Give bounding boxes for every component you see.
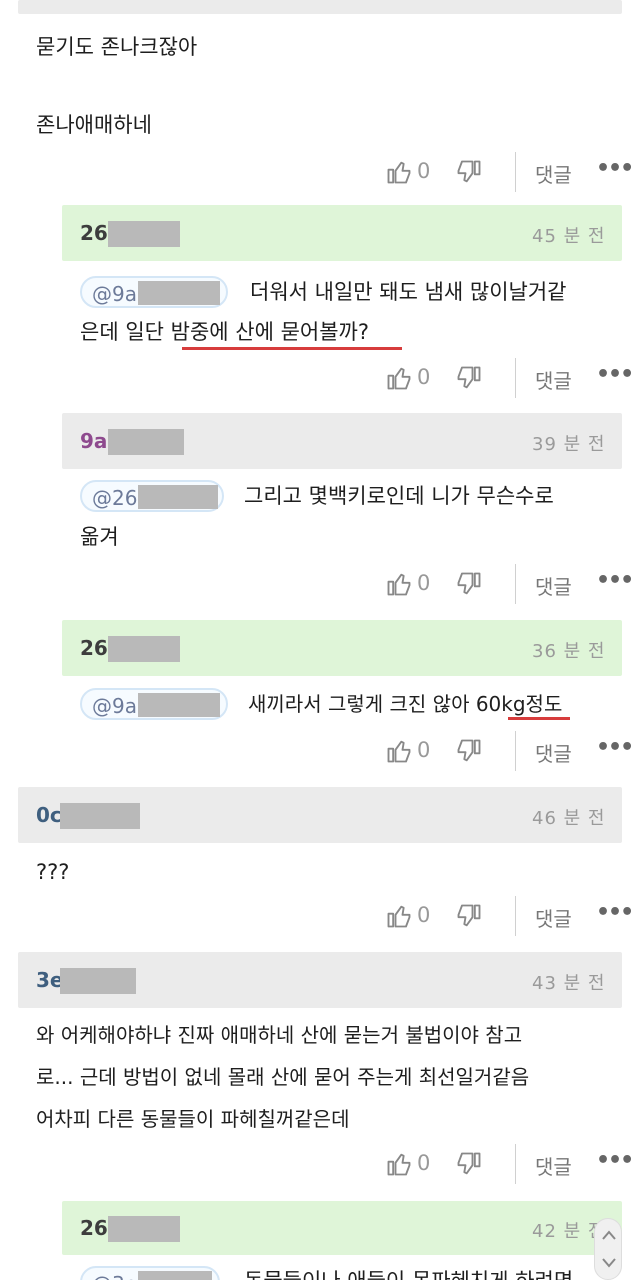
blurred-username (60, 968, 136, 994)
comment-header: 0c 46 분 전 (18, 787, 622, 843)
comment-text: 더워서 내일만 돼도 냄새 많이날거같 (250, 280, 567, 304)
comment-header: 26 42 분 전 (62, 1201, 622, 1255)
reply-button[interactable]: 댓글 (535, 1151, 572, 1180)
mention-tag[interactable]: @9a (80, 276, 228, 308)
thumbs-down-icon[interactable] (455, 570, 483, 598)
reply-button[interactable]: 댓글 (535, 738, 572, 767)
comment-time: 39 분 전 (532, 434, 606, 455)
separator (515, 358, 516, 398)
thumbs-up-icon[interactable] (385, 364, 413, 392)
thumbs-up-icon[interactable] (385, 902, 413, 930)
separator (515, 152, 516, 192)
thumbs-down-icon[interactable] (455, 158, 483, 186)
comment-time: 45 분 전 (532, 226, 606, 247)
red-underline (182, 347, 402, 350)
comment-author[interactable]: 26 (80, 221, 108, 245)
comment-text: 와 어케해야하냐 진짜 애매하네 산에 묻는거 불법이야 참고 (36, 1023, 523, 1047)
blurred-username (108, 221, 180, 247)
separator (515, 564, 516, 604)
thumbs-down-icon[interactable] (455, 1150, 483, 1178)
reply-button[interactable]: 댓글 (535, 365, 572, 394)
mention-label: @9a (92, 694, 137, 718)
mention-tag[interactable]: @3e (80, 1266, 220, 1280)
mention-label: @26 (92, 486, 138, 510)
comment-text: 그리고 몇백키로인데 니가 무슨수로 (244, 484, 554, 508)
comment-header: 9a 39 분 전 (62, 413, 622, 469)
mention-tag[interactable]: @9a (80, 688, 228, 720)
thumbs-up-icon[interactable] (385, 737, 413, 765)
mention-label: @9a (92, 282, 137, 306)
blurred-username (138, 281, 220, 305)
comment-text: 동물들이나 애들이 못파헤치게 하려면 (244, 1262, 573, 1280)
more-options-icon[interactable]: ••• (596, 156, 634, 181)
reply-button[interactable]: 댓글 (535, 159, 572, 188)
chevron-up-icon (602, 1230, 616, 1240)
thumbs-down-icon[interactable] (455, 902, 483, 930)
more-options-icon[interactable]: ••• (596, 735, 634, 760)
comment-time: 36 분 전 (532, 641, 606, 662)
separator (515, 1144, 516, 1184)
thumbs-down-icon[interactable] (455, 737, 483, 765)
comment-actions: 0 댓글 ••• (385, 564, 634, 604)
like-count: 0 (417, 365, 431, 389)
more-options-icon[interactable]: ••• (596, 1148, 634, 1173)
like-count: 0 (417, 1151, 431, 1175)
comment-actions: 0 댓글 ••• (385, 731, 634, 771)
red-underline (508, 717, 570, 720)
blurred-username (138, 485, 218, 509)
comment-actions: 0 댓글 ••• (385, 1144, 634, 1184)
blurred-username (108, 1216, 180, 1242)
like-count: 0 (417, 903, 431, 927)
comment-author[interactable]: 26 (80, 1216, 108, 1240)
comment-author[interactable]: 26 (80, 636, 108, 660)
more-options-icon[interactable]: ••• (596, 362, 634, 387)
comment-actions: 0 댓글 ••• (385, 358, 634, 398)
like-count: 0 (417, 738, 431, 762)
comment-text: 로... 근데 방법이 없네 몰래 산에 묻어 주는게 최선일거같음 (36, 1065, 530, 1089)
blurred-username (138, 693, 220, 717)
comment-actions: 0 댓글 ••• (385, 152, 634, 192)
comment-actions: 0 댓글 ••• (385, 896, 634, 936)
comment-header: 3e 43 분 전 (18, 952, 622, 1008)
more-options-icon[interactable]: ••• (596, 568, 634, 593)
thumbs-up-icon[interactable] (385, 158, 413, 186)
thumbs-up-icon[interactable] (385, 570, 413, 598)
blurred-username (108, 429, 184, 455)
comment-author[interactable]: 9a (80, 429, 107, 453)
comment-text: 옮겨 (80, 525, 119, 549)
like-count: 0 (417, 159, 431, 183)
scroll-button[interactable] (594, 1218, 622, 1280)
comment-time: 43 분 전 (532, 973, 606, 994)
mention-label: @3e (92, 1272, 137, 1280)
reply-button[interactable]: 댓글 (535, 903, 572, 932)
comment-text: 은데 일단 밤중에 산에 묻어볼까? (80, 320, 370, 344)
comment-text: 존나애매하네 (36, 113, 152, 137)
reply-button[interactable]: 댓글 (535, 571, 572, 600)
separator (515, 896, 516, 936)
comment-header: 26 45 분 전 (62, 205, 622, 261)
separator (515, 731, 516, 771)
mention-tag[interactable]: @26 (80, 480, 224, 512)
thumbs-up-icon[interactable] (385, 1150, 413, 1178)
comment-text: 묻기도 존나크잖아 (36, 35, 198, 59)
comment-header: 26 36 분 전 (62, 620, 622, 676)
blurred-username (108, 636, 180, 662)
like-count: 0 (417, 571, 431, 595)
chevron-down-icon (602, 1258, 616, 1268)
comment-text: 어차피 다른 동물들이 파헤칠꺼같은데 (36, 1107, 350, 1131)
comment-header-partial (18, 0, 622, 14)
comment-author[interactable]: 0c (36, 803, 62, 827)
thumbs-down-icon[interactable] (455, 364, 483, 392)
comment-time: 46 분 전 (532, 808, 606, 829)
comment-text: ??? (36, 860, 70, 884)
blurred-username (60, 803, 140, 829)
more-options-icon[interactable]: ••• (596, 900, 634, 925)
blurred-username (138, 1271, 212, 1280)
